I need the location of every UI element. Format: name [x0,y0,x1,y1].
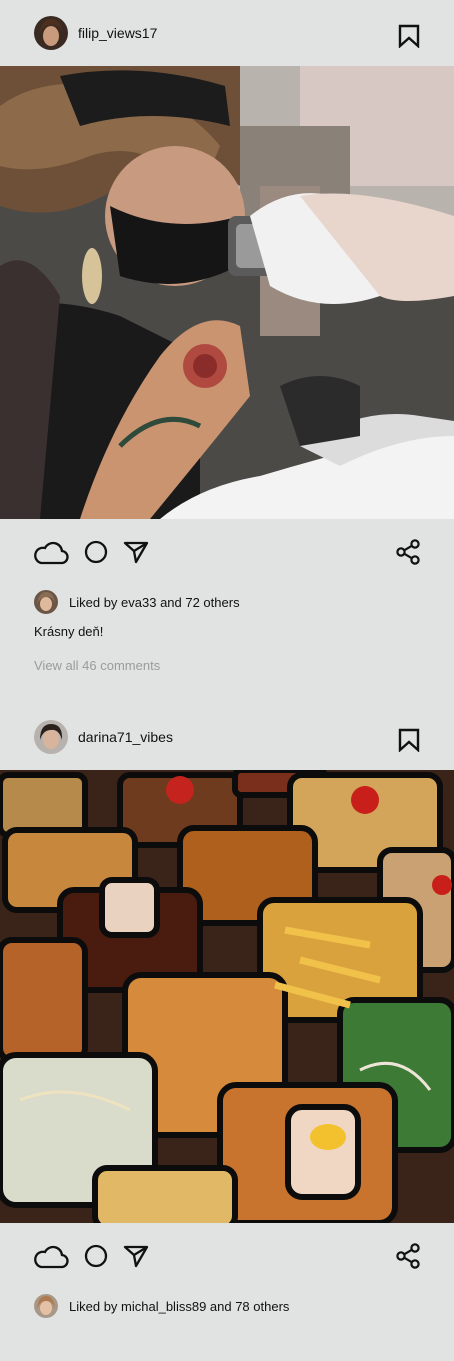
post-card: darina71_vibes Liked by michal_bliss89 a… [0,704,454,1319]
liked-by-text[interactable]: Liked by eva33 and 72 others [69,595,240,610]
send-icon[interactable] [123,540,149,564]
post-image[interactable] [0,66,454,519]
action-bar [0,519,454,585]
share-icon[interactable] [396,539,420,565]
circle-icon[interactable] [84,540,108,564]
cloud-icon[interactable] [33,539,69,565]
avatar[interactable] [34,16,68,50]
avatar[interactable] [34,590,58,614]
liked-by-text[interactable]: Liked by michal_bliss89 and 78 others [69,1299,289,1314]
send-icon[interactable] [123,1244,149,1268]
username[interactable]: filip_views17 [78,25,157,41]
avatar[interactable] [34,720,68,754]
view-comments-link[interactable]: View all 46 comments [0,658,454,673]
cloud-icon[interactable] [33,1243,69,1269]
bookmark-icon[interactable] [398,24,420,49]
post-header: filip_views17 [0,0,454,66]
avatar[interactable] [34,1294,58,1318]
username[interactable]: darina71_vibes [78,729,173,745]
post-image[interactable] [0,770,454,1223]
post-card: filip_views17 Liked by eva33 and 72 othe… [0,0,454,673]
share-icon[interactable] [396,1243,420,1269]
action-bar [0,1223,454,1289]
bookmark-icon[interactable] [398,728,420,753]
post-header: darina71_vibes [0,704,454,770]
likes-summary: Liked by eva33 and 72 others [0,589,454,615]
likes-summary: Liked by michal_bliss89 and 78 others [0,1293,454,1319]
post-caption: Krásny deň! [34,624,104,639]
circle-icon[interactable] [84,1244,108,1268]
